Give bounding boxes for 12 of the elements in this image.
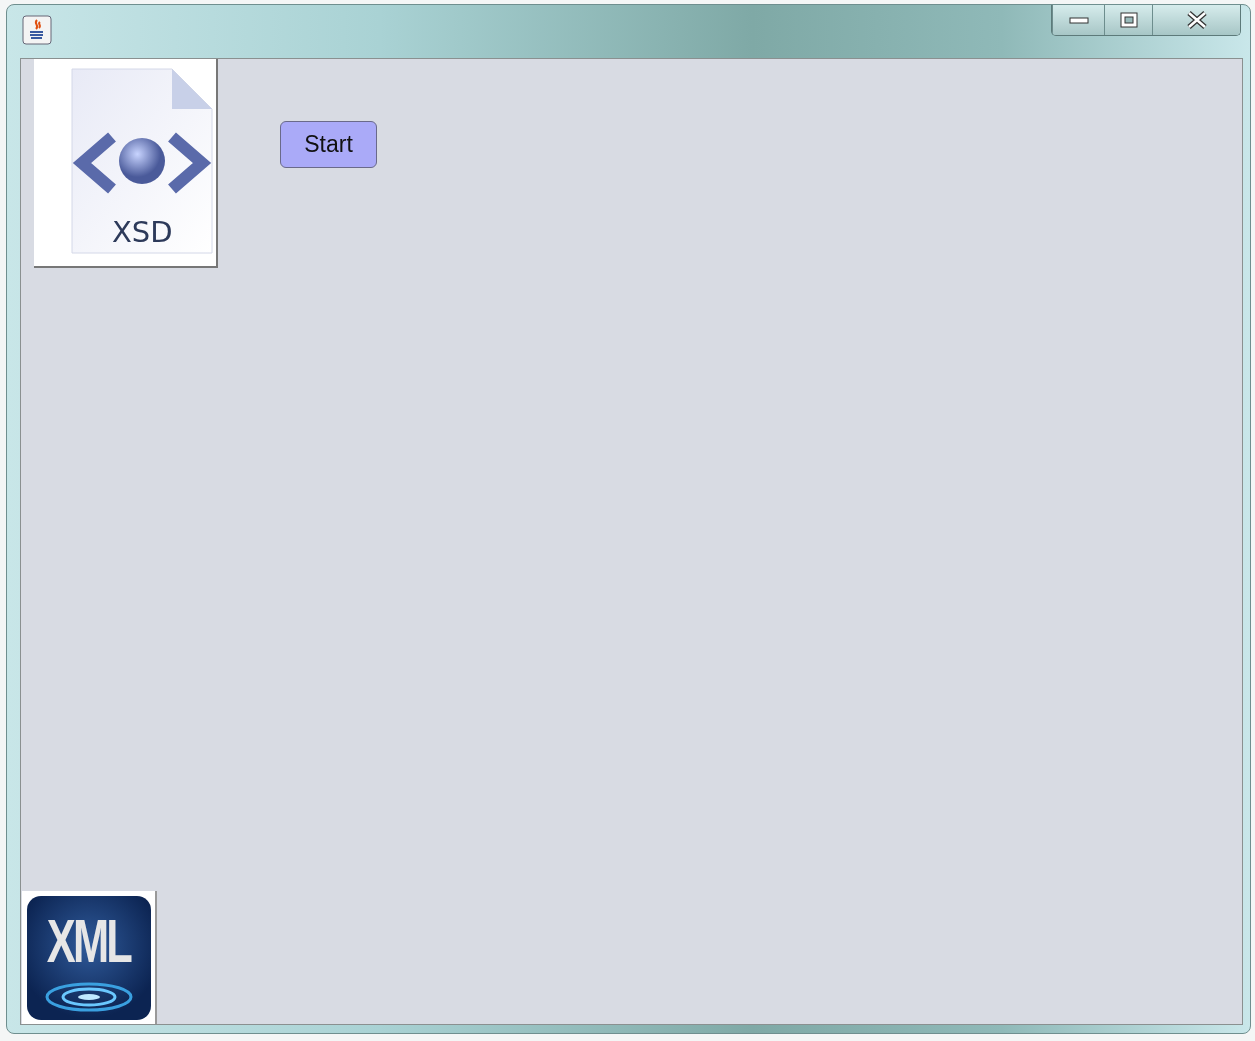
ripple-icon [43, 981, 134, 1012]
close-button[interactable] [1152, 5, 1240, 35]
xml-label: XML [46, 909, 131, 972]
minimize-icon [1068, 16, 1089, 24]
xsd-file-icon [68, 65, 216, 257]
maximize-icon [1118, 12, 1139, 28]
start-button[interactable]: Start [280, 121, 377, 168]
java-icon [22, 15, 52, 45]
minimize-button[interactable] [1052, 5, 1104, 35]
xsd-label: XSD [112, 215, 173, 249]
maximize-button[interactable] [1104, 5, 1152, 35]
close-icon [1185, 11, 1208, 29]
